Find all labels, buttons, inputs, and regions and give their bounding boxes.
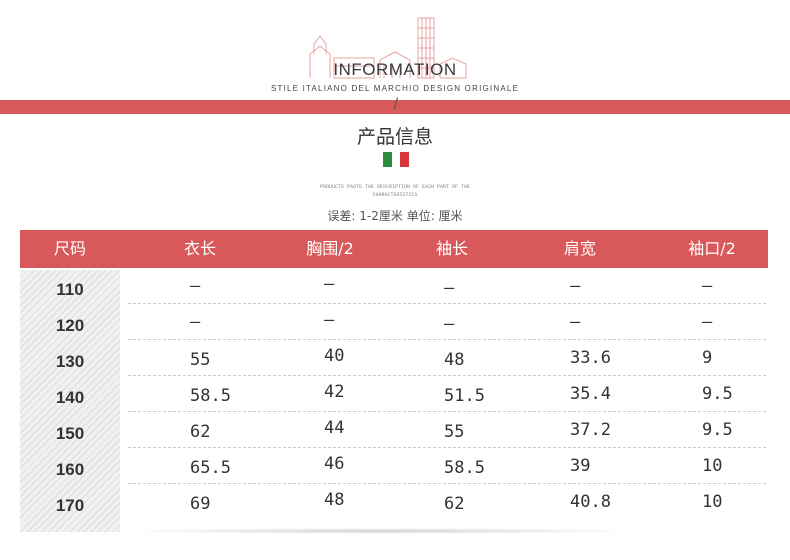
table-cell-sleeve: 58.5 bbox=[444, 458, 485, 478]
flag-stripe-green bbox=[383, 152, 392, 167]
column-header-chest: 胸围/2 bbox=[306, 239, 354, 258]
table-cell-length: 62 bbox=[190, 422, 211, 442]
table-cell-shoulder: — bbox=[570, 312, 581, 332]
table-cell-shoulder: 39 bbox=[570, 456, 591, 476]
table-cell-length: 69 bbox=[190, 494, 211, 514]
table-cell-shoulder: 37.2 bbox=[570, 420, 611, 440]
table-cell-cuff: 9.5 bbox=[702, 420, 733, 440]
fine-print-line-1: PRODUCTS PASTE THE DESCRIPTION OF EACH P… bbox=[319, 184, 471, 190]
divider-slash: / bbox=[393, 96, 399, 113]
table-cell-chest: — bbox=[324, 310, 335, 330]
table-cell-sleeve: — bbox=[444, 278, 455, 298]
size-table-header: 尺码 衣长 胸围/2 袖长 肩宽 袖口/2 bbox=[20, 230, 768, 268]
table-cell-length: — bbox=[190, 276, 201, 296]
row-separator bbox=[128, 447, 766, 448]
table-cell-shoulder: — bbox=[570, 276, 581, 296]
brand-subtitle: STILE ITALIANO DEL MARCHIO DESIGN ORIGIN… bbox=[270, 84, 520, 93]
flag-stripe-red bbox=[400, 152, 410, 167]
size-label: 120 bbox=[55, 316, 85, 335]
table-cell-length: 55 bbox=[190, 350, 211, 370]
size-label: 140 bbox=[55, 388, 85, 407]
row-separator bbox=[128, 483, 766, 484]
table-cell-cuff: 10 bbox=[702, 456, 723, 476]
table-cell-sleeve: 62 bbox=[444, 494, 465, 514]
table-bottom-shadow bbox=[120, 528, 640, 534]
size-column: 110 120 130 140 150 160 170 bbox=[20, 270, 120, 532]
tolerance-unit-note: 误差: 1-2厘米 单位: 厘米 bbox=[327, 209, 463, 223]
italian-flag-icon bbox=[383, 152, 410, 167]
table-cell-chest: 42 bbox=[324, 382, 345, 402]
column-header-sleeve: 袖长 bbox=[435, 239, 468, 258]
fine-print-line-2: CHARACTERISTICS bbox=[372, 192, 418, 198]
table-cell-length: 65.5 bbox=[190, 458, 231, 478]
table-cell-length: — bbox=[190, 312, 201, 332]
fine-print: PRODUCTS PASTE THE DESCRIPTION OF EACH P… bbox=[0, 183, 790, 199]
size-label: 160 bbox=[55, 460, 85, 479]
table-cell-sleeve: 55 bbox=[444, 422, 465, 442]
table-cell-chest: 44 bbox=[324, 418, 345, 438]
size-label: 150 bbox=[55, 424, 85, 443]
table-cell-chest: 40 bbox=[324, 346, 345, 366]
table-cell-cuff: — bbox=[702, 276, 713, 296]
table-cell-chest: 46 bbox=[324, 454, 345, 474]
flag-stripe-white bbox=[391, 152, 401, 167]
table-cell-shoulder: 35.4 bbox=[570, 384, 611, 404]
column-header-length: 衣长 bbox=[183, 239, 216, 258]
row-separator bbox=[128, 303, 766, 304]
size-label: 110 bbox=[56, 280, 84, 299]
column-header-shoulder: 肩宽 bbox=[563, 239, 596, 258]
information-title: INFORMATION bbox=[333, 60, 457, 79]
table-cell-sleeve: 51.5 bbox=[444, 386, 485, 406]
table-cell-chest: 48 bbox=[324, 490, 345, 510]
size-label: 170 bbox=[55, 496, 85, 515]
table-cell-cuff: 9.5 bbox=[702, 384, 733, 404]
row-separator bbox=[128, 339, 766, 340]
table-cell-length: 58.5 bbox=[190, 386, 231, 406]
row-separator bbox=[128, 411, 766, 412]
table-cell-chest: — bbox=[324, 274, 335, 294]
column-header-cuff: 袖口/2 bbox=[688, 239, 736, 258]
table-cell-sleeve: 48 bbox=[444, 350, 465, 370]
section-title: 产品信息 bbox=[356, 126, 433, 148]
row-separator bbox=[128, 375, 766, 376]
table-cell-cuff: 10 bbox=[702, 492, 723, 512]
table-cell-cuff: — bbox=[702, 312, 713, 332]
table-cell-sleeve: — bbox=[444, 314, 455, 334]
column-header-size: 尺码 bbox=[53, 239, 86, 258]
table-cell-shoulder: 33.6 bbox=[570, 348, 611, 368]
table-cell-shoulder: 40.8 bbox=[570, 492, 611, 512]
size-label: 130 bbox=[55, 352, 85, 371]
table-cell-cuff: 9 bbox=[702, 348, 713, 368]
